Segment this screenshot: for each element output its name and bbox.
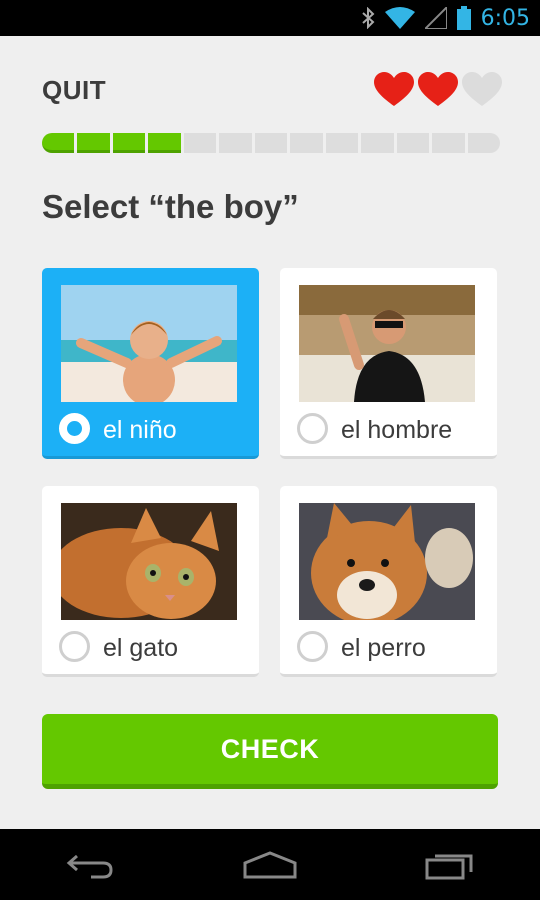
heart-full-icon [418, 72, 458, 108]
lesson-header: QUIT [42, 72, 502, 108]
option-label: el niño [103, 416, 177, 444]
option-radio[interactable] [297, 413, 328, 444]
orange-cat-image [61, 503, 237, 620]
option-label: el hombre [341, 416, 453, 444]
option-card-cat[interactable]: el gato [42, 486, 259, 677]
option-card-boy[interactable]: el niño [42, 268, 259, 459]
wifi-icon [384, 7, 415, 29]
option-radio[interactable] [59, 631, 90, 662]
signal-icon [424, 7, 447, 29]
lesson-progress-bar [42, 133, 501, 153]
option-label: el perro [341, 634, 426, 662]
progress-segment-empty [290, 133, 323, 153]
option-radio[interactable] [297, 631, 328, 662]
status-bar: 6:05 [0, 0, 540, 36]
progress-segment-filled [77, 133, 110, 153]
progress-segment-empty [254, 133, 288, 153]
recent-apps-icon[interactable] [405, 835, 495, 895]
shiba-dog-image [299, 503, 475, 620]
progress-segment-filled [42, 133, 75, 153]
boy-on-beach-image [61, 285, 237, 402]
progress-segment-empty [183, 133, 217, 153]
progress-segment-filled [112, 133, 146, 153]
hearts [374, 72, 502, 108]
option-card-dog[interactable]: el perro [280, 486, 497, 677]
man-waving-image [299, 285, 475, 402]
progress-segment-filled [148, 133, 181, 153]
option-label: el gato [103, 634, 179, 662]
option-radio[interactable] [59, 413, 90, 444]
heart-empty-icon [462, 72, 502, 108]
prompt-title: Select “the boy” [42, 188, 299, 225]
lesson-screen: QUIT Select “the boy” el niño el hombre … [0, 36, 540, 829]
bluetooth-icon [361, 7, 375, 29]
back-icon[interactable] [45, 835, 135, 895]
option-card-man[interactable]: el hombre [280, 268, 497, 459]
progress-segment-empty [361, 133, 394, 153]
progress-segment-empty [325, 133, 359, 153]
system-nav-bar [0, 829, 540, 900]
progress-segment-empty [396, 133, 430, 153]
progress-segment-empty [219, 133, 252, 153]
heart-full-icon [374, 72, 414, 108]
progress-segment-empty [432, 133, 465, 153]
status-time: 6:05 [480, 5, 530, 31]
quit-button[interactable]: QUIT [42, 75, 106, 106]
home-icon[interactable] [225, 835, 315, 895]
check-button[interactable]: CHECK [42, 714, 498, 789]
progress-segment-empty [467, 133, 501, 153]
battery-icon [456, 6, 471, 30]
